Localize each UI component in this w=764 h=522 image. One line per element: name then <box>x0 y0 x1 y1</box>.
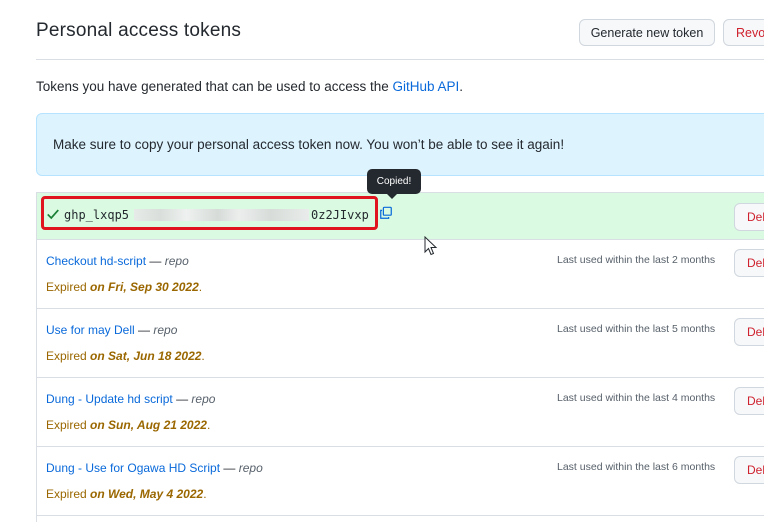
description: Tokens you have generated that can be us… <box>36 79 463 94</box>
flash-notice: Make sure to copy your personal access t… <box>36 113 764 176</box>
token-last-used: Last used within the last 4 months <box>557 392 716 404</box>
delete-button[interactable]: Delete <box>734 387 764 415</box>
token-expiry: Expired on Fri, Sep 30 2022. <box>46 280 203 294</box>
token-row: Dung - Update hd script — repo Expired o… <box>37 377 764 447</box>
token-name-line: Use for may Dell — repo <box>46 323 178 337</box>
token-expiry: Expired on Sat, Jun 18 2022. <box>46 349 205 363</box>
token-name-link[interactable]: Use for may Dell <box>46 323 135 337</box>
annotation-highlight-box <box>41 196 378 230</box>
token-last-used: Last used within the last 5 months <box>557 323 716 335</box>
generate-new-token-button[interactable]: Generate new token <box>579 19 715 46</box>
revoke-all-button[interactable]: Revoke all <box>723 19 764 46</box>
token-scope: repo <box>238 461 263 475</box>
copy-icon[interactable] <box>379 206 393 220</box>
flash-message: Make sure to copy your personal access t… <box>53 137 565 152</box>
header-divider <box>36 59 764 60</box>
delete-button[interactable]: Delete <box>734 456 764 484</box>
token-last-used: Last used within the last 2 months <box>557 254 716 266</box>
description-text: Tokens you have generated that can be us… <box>36 79 393 94</box>
token-list: ghp_lxqp5 0z2JIvxp Delete Checkout hd-sc… <box>36 192 764 522</box>
delete-button[interactable]: Delete <box>734 318 764 346</box>
token-row: Checkout hd-script — repo Expired on Fri… <box>37 239 764 309</box>
token-last-used: Last used within the last 6 months <box>557 461 716 473</box>
token-expiry: Expired on Sun, Aug 21 2022. <box>46 418 211 432</box>
token-scope: repo <box>164 254 189 268</box>
token-name-link[interactable]: Checkout hd-script <box>46 254 146 268</box>
token-name-line: Dung - Update hd script — repo <box>46 392 216 406</box>
token-row: Use for may Dell — repo Expired on Sat, … <box>37 308 764 378</box>
token-scope: repo <box>153 323 178 337</box>
delete-button-new-token[interactable]: Delete <box>734 203 764 231</box>
github-api-link[interactable]: GitHub API <box>393 79 460 94</box>
copied-tooltip: Copied! <box>367 169 421 199</box>
token-name-line: Checkout hd-script — repo <box>46 254 189 268</box>
delete-button[interactable]: Delete <box>734 249 764 277</box>
token-name-link[interactable]: Dung - Update hd script <box>46 392 173 406</box>
token-name-line: Dung - Use for Ogawa HD Script — repo <box>46 461 263 475</box>
token-expiry: Expired on Wed, May 4 2022. <box>46 487 207 501</box>
description-end: . <box>459 79 464 94</box>
page-title: Personal access tokens <box>36 20 242 41</box>
token-scope: repo <box>191 392 216 406</box>
token-name-link[interactable]: Dung - Use for Ogawa HD Script <box>46 461 220 475</box>
mouse-cursor-icon <box>424 236 438 256</box>
